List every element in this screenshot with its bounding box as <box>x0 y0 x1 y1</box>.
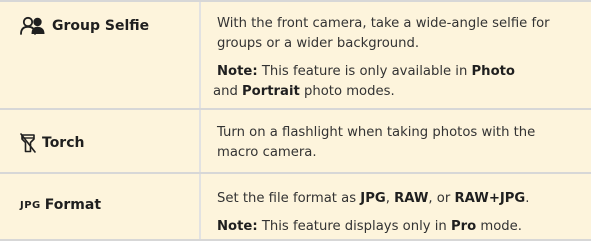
group-selfie-icon <box>20 16 46 36</box>
description-text: Turn on a flashlight when taking photos … <box>217 125 536 160</box>
description-segment: , or <box>428 191 455 206</box>
mode-pro: Pro <box>450 219 477 234</box>
description-segment: , <box>385 191 395 206</box>
format-raw-jpg: RAW+JPG <box>454 191 526 206</box>
table-row: Torch Turn on a flashlight when taking p… <box>0 109 591 173</box>
torch-icon <box>20 133 36 153</box>
row-divider <box>0 0 591 2</box>
table-row: Group Selfie With the front camera, take… <box>0 0 591 109</box>
mode-portrait: Portrait <box>242 84 300 99</box>
feature-label: Group Selfie <box>52 18 150 34</box>
description-text: With the front camera, take a wide-angle… <box>217 16 550 51</box>
feature-cell: Torch <box>0 109 201 173</box>
feature-name: Group Selfie <box>20 16 149 36</box>
feature-label: Format <box>44 197 102 213</box>
feature-label: Torch <box>42 135 85 151</box>
mode-photo: Photo <box>471 64 515 79</box>
row-divider <box>0 172 591 174</box>
camera-features-table: Group Selfie With the front camera, take… <box>0 0 591 241</box>
jpg-format-icon: JPG <box>20 199 41 211</box>
feature-name: Torch <box>20 133 84 153</box>
note-text: Note: This feature is only available in … <box>213 54 577 102</box>
feature-cell: Group Selfie <box>0 0 201 109</box>
feature-cell: JPG Format <box>0 173 201 241</box>
note-segment: and <box>213 84 243 99</box>
description-cell: With the front camera, take a wide-angle… <box>201 0 591 109</box>
description-segment: Set the file format as <box>217 191 361 206</box>
note-segment: photo modes. <box>299 84 395 99</box>
format-jpg: JPG <box>360 191 386 206</box>
note-label: Note: <box>217 219 258 234</box>
table-row: JPG Format Set the file format as JPG, R… <box>0 173 591 241</box>
note-label: Note: <box>217 64 258 79</box>
note-text: Note: This feature displays only in Pro … <box>217 209 577 237</box>
note-segment: This feature displays only in <box>257 219 451 234</box>
note-segment: This feature is only available in <box>257 64 472 79</box>
format-raw: RAW <box>394 191 429 206</box>
feature-name: JPG Format <box>20 197 101 213</box>
description-text: Set the file format as JPG, RAW, or RAW+… <box>217 173 577 209</box>
row-divider <box>0 108 591 110</box>
description-segment: . <box>525 191 530 206</box>
note-segment: mode. <box>476 219 522 234</box>
description-cell: Turn on a flashlight when taking photos … <box>201 109 591 173</box>
description-cell: Set the file format as JPG, RAW, or RAW+… <box>201 173 591 241</box>
